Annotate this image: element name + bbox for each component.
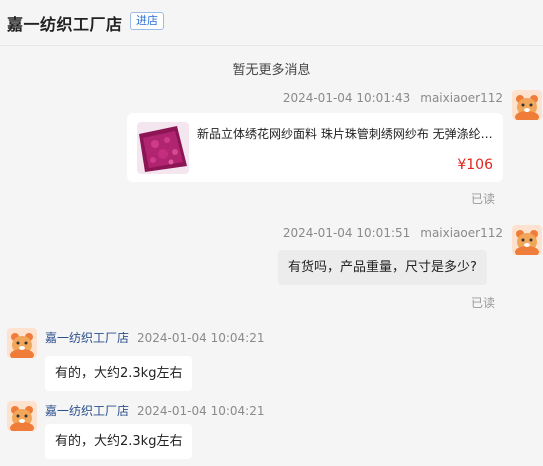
product-price: ¥106 xyxy=(457,157,493,173)
sender-name: maixiaoer112 xyxy=(420,226,503,240)
message-meta: 嘉一纺织工厂店 2024-01-04 10:04:21 xyxy=(45,402,264,419)
sender-name[interactable]: 嘉一纺织工厂店 xyxy=(45,404,129,418)
product-thumbnail-image xyxy=(137,122,189,174)
shop-avatar-icon[interactable] xyxy=(7,401,37,431)
product-card[interactable]: 新品立体绣花网纱面料 珠片珠管刺绣网纱布 无弹涤纶… ¥106 xyxy=(127,113,503,182)
message-timestamp: 2024-01-04 10:04:21 xyxy=(137,331,265,345)
enter-shop-button[interactable]: 进店 xyxy=(130,12,164,30)
sender-name: maixiaoer112 xyxy=(420,91,503,105)
message-meta: 2024-01-04 10:01:51 maixiaoer112 xyxy=(283,226,503,240)
user-avatar-icon[interactable] xyxy=(512,225,542,255)
message-timestamp: 2024-01-04 10:04:21 xyxy=(137,404,265,418)
no-more-messages-notice: 暂无更多消息 xyxy=(232,63,311,78)
message-meta: 2024-01-04 10:01:43 maixiaoer112 xyxy=(283,91,503,105)
message-timestamp: 2024-01-04 10:01:43 xyxy=(282,91,411,105)
user-avatar-icon[interactable] xyxy=(512,90,542,120)
message-meta: 嘉一纺织工厂店 2024-01-04 10:04:21 xyxy=(45,329,264,346)
sender-name[interactable]: 嘉一纺织工厂店 xyxy=(45,331,129,345)
shop-name-title: 嘉一纺织工厂店 xyxy=(7,15,123,34)
read-status: 已读 xyxy=(471,296,496,310)
chat-header: 嘉一纺织工厂店 进店 xyxy=(0,0,543,46)
message-timestamp: 2024-01-04 10:01:51 xyxy=(282,226,411,240)
message-bubble: 有货吗，产品重量，尺寸是多少? xyxy=(278,250,487,285)
shop-avatar-icon[interactable] xyxy=(7,328,37,358)
message-bubble: 有的，大约2.3kg左右 xyxy=(45,356,193,391)
read-status: 已读 xyxy=(471,192,496,206)
product-title: 新品立体绣花网纱面料 珠片珠管刺绣网纱布 无弹涤纶… xyxy=(197,127,493,141)
message-bubble: 有的，大约2.3kg左右 xyxy=(45,424,193,459)
